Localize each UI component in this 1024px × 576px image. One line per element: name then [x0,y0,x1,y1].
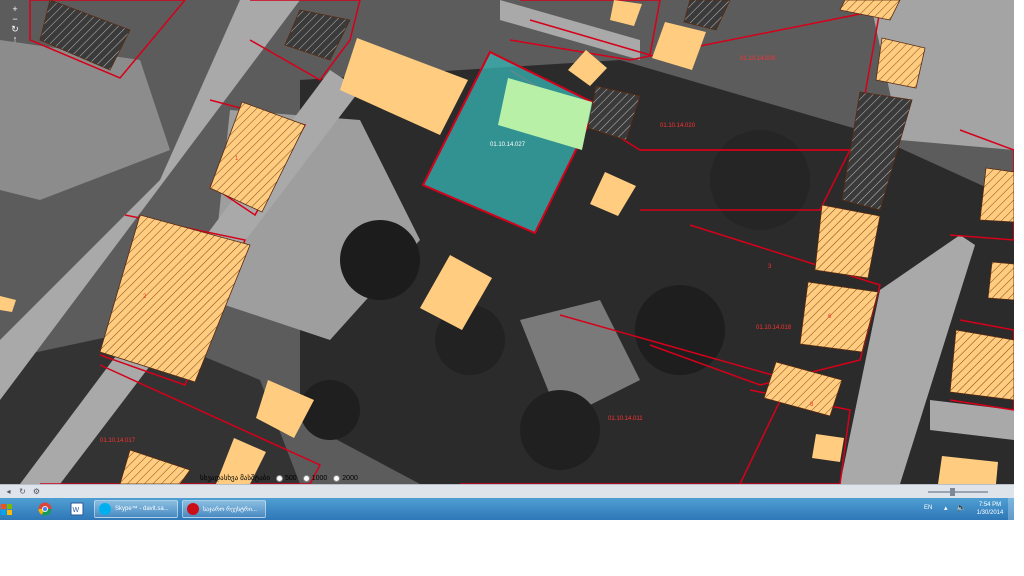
building [812,434,844,462]
show-desktop-button[interactable] [1008,498,1014,520]
word-icon[interactable]: W [62,500,92,518]
selected-parcel-label: 01.10.14.027 [490,142,526,148]
parcel-label: 01.10.14.020 [660,123,696,129]
map-view[interactable]: 01.10.14.009 01.10.14.020 01.10.14.018 0… [0,0,1014,484]
building-hatched [949,329,1014,401]
plus-icon[interactable]: + [10,5,20,14]
refresh-icon[interactable]: ↻ [10,25,20,34]
windows-orb[interactable] [0,499,14,519]
building-hatched [814,204,881,279]
chrome-icon[interactable] [30,500,60,518]
scale-label: სხვადასხვა მასშტაბი [200,475,271,482]
building-hatched [987,261,1014,301]
system-clock[interactable]: 7:54 PM 1/30/2014 [972,501,1008,517]
tree-cluster [520,390,600,470]
language-indicator[interactable]: EN [924,505,932,511]
taskbar: W Skype™ - davit.sa... საჯარო რეესტრი...… [0,498,1014,520]
map-navigation: + − ↻ ↑ [10,4,22,48]
aerial-map[interactable]: 01.10.14.009 01.10.14.020 01.10.14.018 0… [0,0,1014,484]
scale-option-2000[interactable]: 2000 [333,474,358,482]
browser-status-bar: ◂ ↻ ⚙ [0,484,1014,499]
taskbar-button-opera[interactable]: საჯარო რეესტრი... [182,500,266,518]
zoom-slider[interactable] [928,491,988,493]
building-hatched [979,167,1014,223]
scale-option-1000[interactable]: 1000 [302,474,327,482]
clock-time: 7:54 PM [978,502,1002,508]
back-icon[interactable]: ◂ [4,487,13,496]
taskbar-button-label: Skype™ - davit.sa... [115,506,169,512]
refresh-icon[interactable]: ↻ [18,487,27,496]
tree-cluster [635,285,725,375]
radio-icon [302,474,310,482]
parcel-label: 01.10.14.017 [100,438,136,444]
tree-cluster [300,380,360,440]
svg-text:W: W [73,507,80,514]
parcel-label: 01.10.14.018 [756,325,792,331]
tree-cluster [340,220,420,300]
radio-icon [276,474,284,482]
settings-icon[interactable]: ⚙ [32,487,41,496]
scale-option-500[interactable]: 500 [276,474,297,482]
parcel-label: 01.10.14.011 [608,416,643,422]
scale-selector: სხვადასხვა მასშტაბი 500 1000 2000 [200,473,358,483]
taskbar-button-label: საჯარო რეესტრი... [203,506,257,513]
arrow-icon[interactable]: ↑ [10,35,20,44]
radio-icon [333,474,341,482]
volume-icon[interactable]: 🔈 [956,503,966,512]
zoom-slider-handle[interactable] [950,488,955,496]
parcel-label: 01.10.14.009 [740,56,776,62]
opera-icon [187,503,199,515]
clock-date: 1/30/2014 [976,510,1004,516]
skype-icon [99,503,111,515]
taskbar-button-skype[interactable]: Skype™ - davit.sa... [94,500,178,518]
minus-icon[interactable]: − [10,15,20,24]
tray-arrow-icon[interactable]: ▴ [944,504,948,512]
tree-cluster [710,130,810,230]
